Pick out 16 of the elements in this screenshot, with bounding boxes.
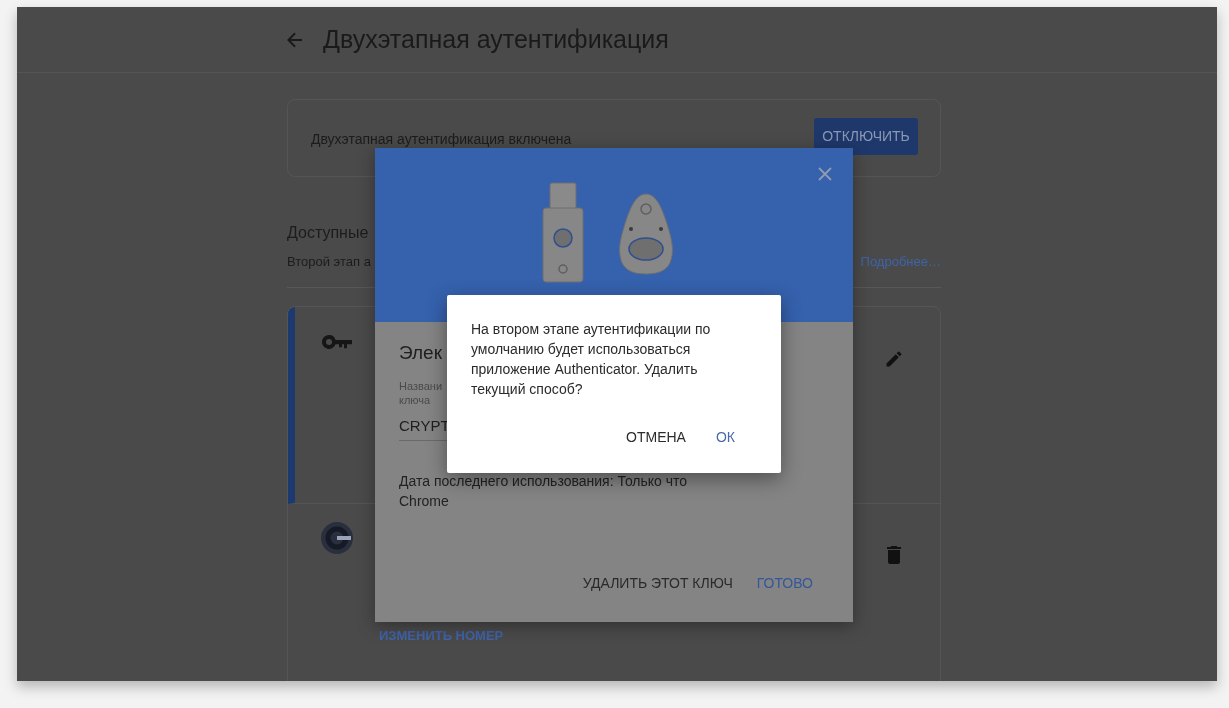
delete-key-button[interactable]: УДАЛИТЬ ЭТОТ КЛЮЧ [574,569,741,597]
disable-button[interactable]: ОТКЛЮЧИТЬ [814,117,918,155]
back-arrow-icon[interactable] [287,31,303,48]
key-icon [321,334,353,350]
confirm-message: На втором этапе аутентификации по умолчанию будет использоваться приложение Authenticator. Удалить текущий способ? [471,320,712,399]
pencil-icon[interactable] [884,349,904,369]
cancel-button[interactable]: ОТМЕНА [618,423,694,451]
app-logo-icon [321,522,353,554]
field-label: Названи [399,379,444,393]
browser-text: Chrome [399,492,450,511]
last-used-text: Дата последнего использования: Только что [399,472,689,491]
trash-icon[interactable] [887,546,901,564]
ok-button[interactable]: ОК [707,423,743,451]
close-icon[interactable] [818,167,832,181]
field-label: ключа [399,393,432,407]
dialog-title: Элек [399,342,443,364]
